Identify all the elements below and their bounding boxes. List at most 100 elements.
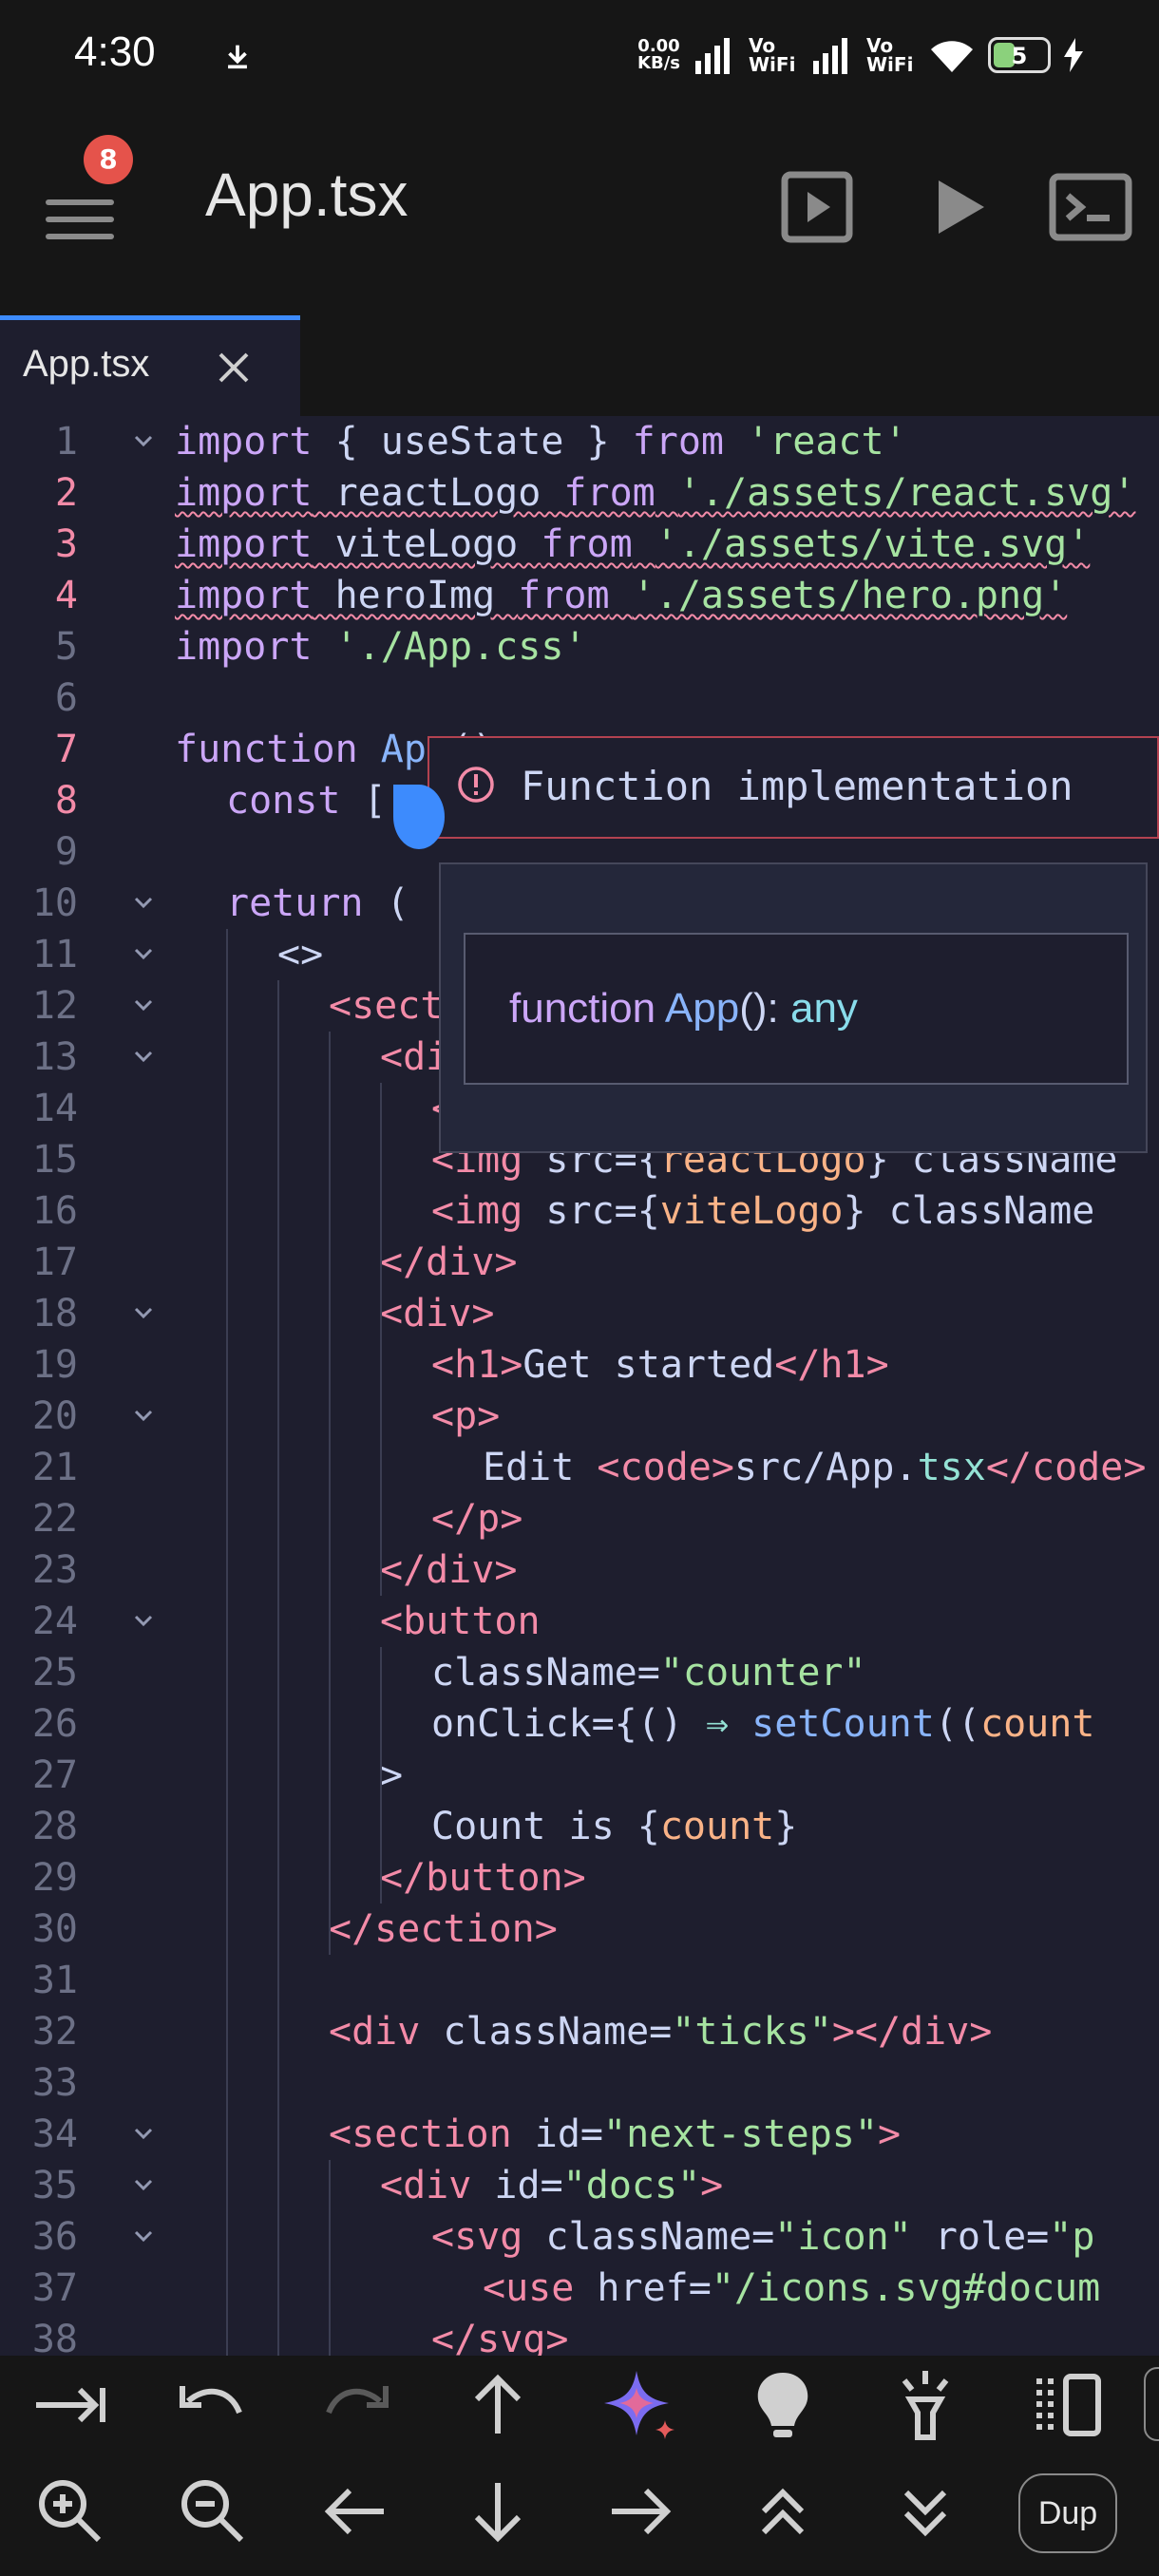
ai-sparkle-icon[interactable] bbox=[595, 2359, 686, 2451]
arrow-right-icon[interactable] bbox=[595, 2466, 686, 2557]
indent-guide bbox=[380, 1647, 382, 1904]
fold-chevron-icon[interactable] bbox=[131, 2211, 160, 2263]
code-line[interactable]: 27 > bbox=[0, 1750, 1159, 1801]
code-text: <use href="/icons.svg#docum bbox=[483, 2263, 1100, 2314]
code-token: import bbox=[175, 522, 313, 566]
code-token: <section bbox=[329, 2112, 512, 2156]
code-token: <div bbox=[380, 2164, 472, 2207]
code-line[interactable]: 29 </button> bbox=[0, 1852, 1159, 1904]
code-line[interactable]: 34 <section id="next-steps"> bbox=[0, 2109, 1159, 2160]
code-line[interactable]: 33 bbox=[0, 2057, 1159, 2109]
duplicate-button[interactable]: Dup bbox=[1018, 2473, 1117, 2553]
arrow-up-icon[interactable] bbox=[452, 2359, 543, 2451]
battery-icon: 5 bbox=[988, 37, 1051, 73]
undo-icon[interactable] bbox=[167, 2359, 258, 2451]
code-line[interactable]: 21 Edit <code>src/App.tsx</code> bbox=[0, 1442, 1159, 1493]
code-token: { useState } bbox=[312, 420, 633, 464]
code-line[interactable]: 35 <div id="docs"> bbox=[0, 2160, 1159, 2211]
code-line[interactable]: 37 <use href="/icons.svg#docum bbox=[0, 2263, 1159, 2314]
code-line[interactable]: 31 bbox=[0, 1955, 1159, 2006]
code-token: './App.css' bbox=[334, 625, 587, 669]
menu-button[interactable] bbox=[38, 169, 133, 264]
code-line[interactable]: 38 </svg> bbox=[0, 2314, 1159, 2356]
code-token: <h1> bbox=[431, 1343, 523, 1387]
tab-key-icon[interactable] bbox=[25, 2359, 116, 2451]
code-text: import reactLogo from './assets/react.sv… bbox=[175, 467, 1135, 519]
code-token: } className bbox=[843, 1189, 1095, 1233]
wifi-icon bbox=[931, 41, 973, 72]
hover-sig-rest: (): bbox=[739, 985, 779, 1032]
code-token: setCount bbox=[751, 1702, 935, 1746]
line-number: 37 bbox=[31, 2266, 78, 2310]
code-token: Get started bbox=[522, 1343, 775, 1387]
fold-chevron-icon[interactable] bbox=[131, 878, 160, 929]
code-line[interactable]: 5 import './App.css' bbox=[0, 621, 1159, 672]
fold-chevron-icon[interactable] bbox=[131, 929, 160, 980]
code-line[interactable]: 3 import viteLogo from './assets/vite.svg… bbox=[0, 519, 1159, 570]
fold-chevron-icon[interactable] bbox=[131, 2109, 160, 2160]
code-line[interactable]: 18 <div> bbox=[0, 1288, 1159, 1339]
code-line[interactable]: 28 Count is {count} bbox=[0, 1801, 1159, 1852]
code-line[interactable]: 4 import heroImg from './assets/hero.png' bbox=[0, 570, 1159, 621]
close-icon[interactable] bbox=[209, 343, 258, 392]
text-cursor-handle[interactable] bbox=[393, 785, 445, 849]
flashlight-icon[interactable] bbox=[880, 2359, 971, 2451]
code-text: </p> bbox=[431, 1493, 522, 1544]
fold-chevron-icon[interactable] bbox=[131, 416, 160, 467]
fold-chevron-icon[interactable] bbox=[131, 1288, 160, 1339]
code-line[interactable]: 30 </section> bbox=[0, 1904, 1159, 1955]
notification-badge: 8 bbox=[84, 135, 133, 184]
code-line[interactable]: 19 <h1>Get started</h1> bbox=[0, 1339, 1159, 1391]
code-line[interactable]: 16 <img src={viteLogo} className bbox=[0, 1185, 1159, 1237]
line-number: 6 bbox=[54, 676, 78, 720]
code-line[interactable]: 20 <p> bbox=[0, 1391, 1159, 1442]
hover-keyword: function bbox=[509, 985, 656, 1032]
line-number: 14 bbox=[31, 1087, 78, 1130]
zoom-out-icon[interactable] bbox=[167, 2466, 258, 2557]
code-token: from bbox=[563, 471, 656, 515]
code-line[interactable]: 22 </p> bbox=[0, 1493, 1159, 1544]
double-chevron-up-icon[interactable] bbox=[737, 2466, 828, 2557]
fold-chevron-icon[interactable] bbox=[131, 2160, 160, 2211]
code-editor[interactable]: 1 import { useState } from 'react' 2 import… bbox=[0, 416, 1159, 2356]
line-number: 22 bbox=[31, 1497, 78, 1541]
code-line[interactable]: 17 </div> bbox=[0, 1237, 1159, 1288]
fold-chevron-icon[interactable] bbox=[131, 980, 160, 1032]
code-token: <div> bbox=[380, 1292, 495, 1335]
code-line[interactable]: 6 bbox=[0, 672, 1159, 724]
more-tools-edge[interactable] bbox=[1144, 2367, 1159, 2441]
code-line[interactable]: 24 <button bbox=[0, 1596, 1159, 1647]
redo-icon[interactable] bbox=[310, 2359, 401, 2451]
indent-guide bbox=[277, 980, 279, 2356]
signal-icon bbox=[813, 38, 847, 74]
code-line[interactable]: 32 <div className="ticks"></div> bbox=[0, 2006, 1159, 2057]
terminal-icon[interactable] bbox=[1043, 160, 1138, 255]
code-line[interactable]: 25 className="counter" bbox=[0, 1647, 1159, 1698]
fold-chevron-icon[interactable] bbox=[131, 1032, 160, 1083]
fold-chevron-icon[interactable] bbox=[131, 1596, 160, 1647]
code-token: </h1> bbox=[774, 1343, 889, 1387]
tab-app-tsx[interactable]: App.tsx bbox=[0, 315, 300, 416]
lightbulb-icon[interactable] bbox=[737, 2359, 828, 2451]
code-token: "counter" bbox=[659, 1651, 866, 1695]
line-number: 8 bbox=[54, 779, 78, 823]
zoom-in-icon[interactable] bbox=[25, 2466, 116, 2557]
code-line[interactable]: 26 onClick={() ⇒ setCount((count bbox=[0, 1698, 1159, 1750]
code-token: <code> bbox=[597, 1446, 734, 1489]
code-line[interactable]: 2 import reactLogo from './assets/react.s… bbox=[0, 467, 1159, 519]
code-line[interactable]: 1 import { useState } from 'react' bbox=[0, 416, 1159, 467]
code-token: </section> bbox=[329, 1907, 558, 1951]
fold-chevron-icon[interactable] bbox=[131, 1391, 160, 1442]
arrow-down-icon[interactable] bbox=[452, 2466, 543, 2557]
split-view-icon[interactable] bbox=[1022, 2359, 1113, 2451]
code-token: viteLogo bbox=[659, 1189, 844, 1233]
play-icon[interactable] bbox=[910, 160, 1005, 255]
code-line[interactable]: 36 <svg className="icon" role="p bbox=[0, 2211, 1159, 2263]
run-preview-icon[interactable] bbox=[770, 160, 864, 255]
arrow-left-icon[interactable] bbox=[310, 2466, 401, 2557]
code-line[interactable]: 23 </div> bbox=[0, 1544, 1159, 1596]
code-text: return ( bbox=[226, 878, 409, 929]
double-chevron-down-icon[interactable] bbox=[880, 2466, 971, 2557]
code-token: > bbox=[380, 1753, 404, 1797]
